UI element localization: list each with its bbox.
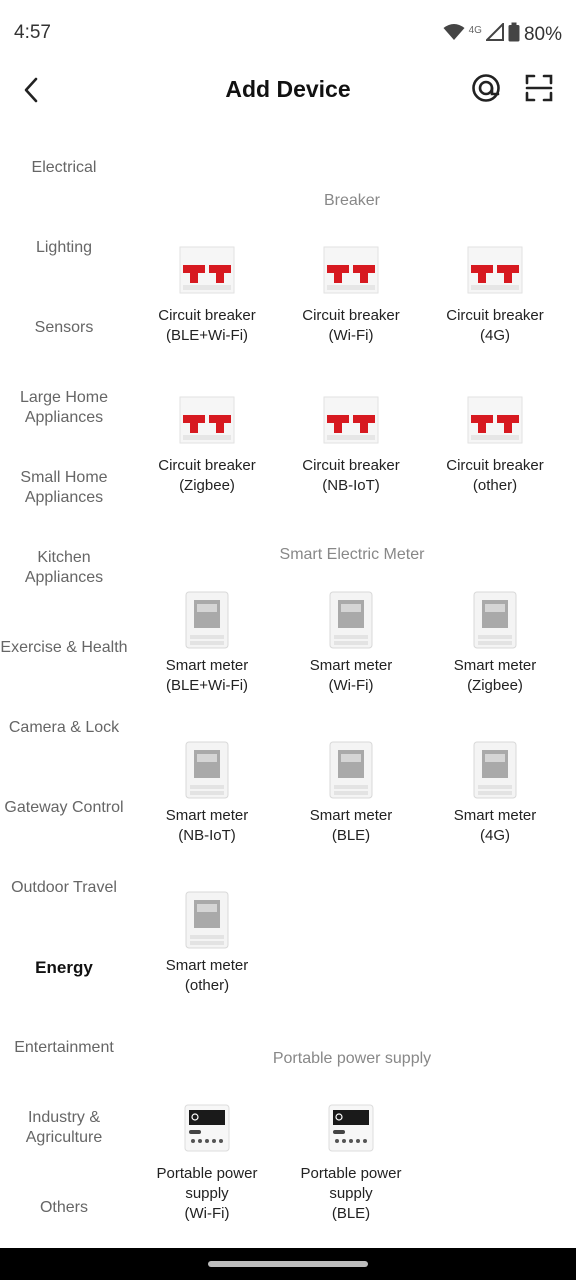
device-circuit-breaker-other[interactable]: Circuit breaker (other) <box>423 390 567 496</box>
device-label: Smart meter (BLE) <box>309 807 393 844</box>
device-smart-meter-zigbee[interactable]: Smart meter (Zigbee) <box>423 590 567 696</box>
device-label: Portable power supply (BLE) <box>300 1165 402 1222</box>
device-portable-power-supply-wifi[interactable]: Portable power supply (Wi-Fi) <box>135 1098 279 1224</box>
breaker-icon <box>321 240 381 300</box>
section-title-portable-power-supply: Portable power supply <box>272 1050 432 1067</box>
device-smart-meter-other[interactable]: Smart meter (other) <box>135 890 279 996</box>
device-smart-meter-ble[interactable]: Smart meter (BLE) <box>279 740 423 846</box>
auto-discover-icon <box>471 73 501 108</box>
smart-meter-icon <box>465 590 525 650</box>
breaker-icon <box>177 390 237 450</box>
device-smart-meter-wifi[interactable]: Smart meter (Wi-Fi) <box>279 590 423 696</box>
sidebar-item-lighting[interactable]: Lighting <box>0 208 128 288</box>
qr-scan-button[interactable] <box>521 72 557 108</box>
sidebar-item-outdoor-travel[interactable]: Outdoor Travel <box>0 848 128 928</box>
device-circuit-breaker-nb-iot[interactable]: Circuit breaker (NB-IoT) <box>279 390 423 496</box>
device-smart-meter-ble-wifi[interactable]: Smart meter (BLE+Wi-Fi) <box>135 590 279 696</box>
sidebar-item-electrical[interactable]: Electrical <box>0 128 128 208</box>
sidebar-item-energy[interactable]: Energy <box>0 928 128 1008</box>
status-time: 4:57 <box>14 22 51 43</box>
sidebar-item-exercise-health[interactable]: Exercise & Health <box>0 608 128 688</box>
power-supply-icon <box>177 1098 237 1158</box>
home-gesture-handle[interactable] <box>208 1261 368 1267</box>
device-label: Smart meter (NB-IoT) <box>165 807 249 844</box>
breaker-icon <box>177 240 237 300</box>
device-label: Smart meter (4G) <box>453 807 537 844</box>
smart-meter-icon <box>465 740 525 800</box>
sidebar-item-others[interactable]: Others <box>0 1168 128 1248</box>
system-nav-bar <box>0 1248 576 1280</box>
network-type: 4G <box>468 24 482 36</box>
sidebar-item-sensors[interactable]: Sensors <box>0 288 128 368</box>
device-label: Circuit breaker (Wi-Fi) <box>302 307 400 344</box>
device-label: Smart meter (BLE+Wi-Fi) <box>165 657 249 694</box>
device-label: Smart meter (other) <box>165 957 249 994</box>
battery-icon <box>508 22 520 48</box>
status-indicators: 4G 80% <box>443 21 562 48</box>
sidebar-item-small-home-appliances[interactable]: Small Home Appliances <box>0 448 128 528</box>
sidebar-item-large-home-appliances[interactable]: Large Home Appliances <box>0 368 128 448</box>
device-label: Circuit breaker (NB-IoT) <box>302 457 400 494</box>
sidebar-item-kitchen-appliances[interactable]: Kitchen Appliances <box>0 528 128 608</box>
header: Add Device <box>0 68 576 116</box>
wifi-icon <box>443 23 465 47</box>
device-label: Smart meter (Zigbee) <box>453 657 537 694</box>
battery-percent: 80% <box>523 24 562 45</box>
device-label: Portable power supply (Wi-Fi) <box>156 1165 258 1222</box>
device-label: Circuit breaker (Zigbee) <box>158 457 256 494</box>
breaker-icon <box>321 390 381 450</box>
device-label: Circuit breaker (BLE+Wi-Fi) <box>158 307 256 344</box>
device-circuit-breaker-zigbee[interactable]: Circuit breaker (Zigbee) <box>135 390 279 496</box>
sidebar-item-gateway-control[interactable]: Gateway Control <box>0 768 128 848</box>
section-title-breaker: Breaker <box>323 192 381 209</box>
scan-icon <box>525 74 553 107</box>
device-label: Circuit breaker (other) <box>446 457 544 494</box>
breaker-icon <box>465 390 525 450</box>
signal-icon <box>484 21 504 47</box>
device-circuit-breaker-wifi[interactable]: Circuit breaker (Wi-Fi) <box>279 240 423 346</box>
auto-scan-button[interactable] <box>468 72 504 108</box>
smart-meter-icon <box>177 740 237 800</box>
breaker-icon <box>465 240 525 300</box>
section-title-smart-electric-meter: Smart Electric Meter <box>279 546 425 563</box>
device-smart-meter-4g[interactable]: Smart meter (4G) <box>423 740 567 846</box>
smart-meter-icon <box>321 590 381 650</box>
device-circuit-breaker-ble-wifi[interactable]: Circuit breaker (BLE+Wi-Fi) <box>135 240 279 346</box>
smart-meter-icon <box>177 890 237 950</box>
device-label: Smart meter (Wi-Fi) <box>309 657 393 694</box>
smart-meter-icon <box>177 590 237 650</box>
device-portable-power-supply-ble[interactable]: Portable power supply (BLE) <box>279 1098 423 1224</box>
device-circuit-breaker-4g[interactable]: Circuit breaker (4G) <box>423 240 567 346</box>
status-bar: 4:57 4G 80% <box>0 0 576 68</box>
sidebar-item-industry-agriculture[interactable]: Industry & Agriculture <box>0 1088 128 1168</box>
smart-meter-icon <box>321 740 381 800</box>
device-list: Breaker Circuit breaker (BLE+Wi-Fi) Circu… <box>128 128 576 1248</box>
sidebar-item-entertainment[interactable]: Entertainment <box>0 1008 128 1088</box>
sidebar-item-camera-lock[interactable]: Camera & Lock <box>0 688 128 768</box>
device-smart-meter-nb-iot[interactable]: Smart meter (NB-IoT) <box>135 740 279 846</box>
power-supply-icon <box>321 1098 381 1158</box>
device-label: Circuit breaker (4G) <box>446 307 544 344</box>
